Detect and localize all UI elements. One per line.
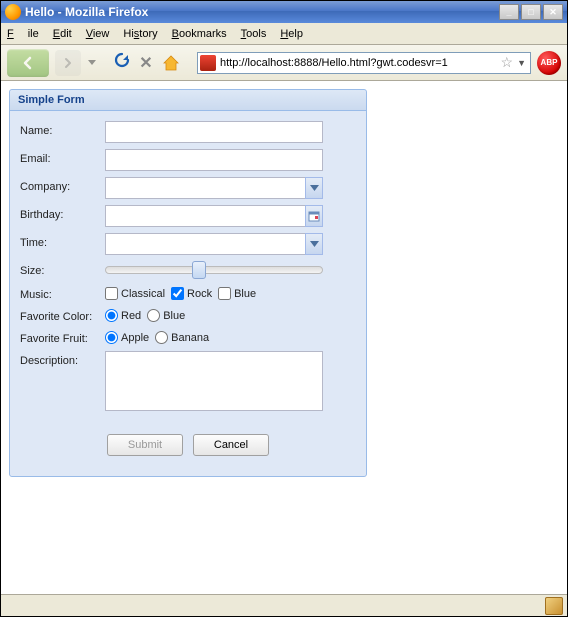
maximize-button[interactable]: □ — [521, 4, 541, 20]
slider-rail — [105, 266, 323, 274]
slider-thumb[interactable] — [192, 261, 206, 279]
menu-edit[interactable]: Edit — [53, 28, 72, 40]
time-input[interactable] — [105, 233, 305, 255]
time-label: Time: — [20, 233, 105, 249]
music-rock-checkbox[interactable] — [171, 287, 184, 300]
navigation-toolbar: ✕ http://localhost:8888/Hello.html?gwt.c… — [1, 45, 567, 81]
email-label: Email: — [20, 149, 105, 165]
company-input[interactable] — [105, 177, 305, 199]
menu-bar: File Edit View History Bookmarks Tools H… — [1, 23, 567, 45]
fruit-banana-radio[interactable] — [155, 331, 168, 344]
music-blue-checkbox[interactable] — [218, 287, 231, 300]
site-favicon — [200, 55, 216, 71]
color-red-option[interactable]: Red — [105, 309, 141, 322]
time-dropdown-trigger[interactable] — [305, 233, 323, 255]
menu-file[interactable]: File — [7, 28, 39, 40]
firefox-icon — [5, 4, 21, 20]
status-bar — [1, 594, 567, 616]
reload-button[interactable] — [113, 51, 131, 74]
birthday-input[interactable] — [105, 205, 305, 227]
menu-view[interactable]: View — [86, 28, 110, 40]
url-dropdown-icon[interactable]: ▼ — [517, 58, 526, 68]
birthday-date-trigger[interactable] — [305, 205, 323, 227]
window-titlebar: Hello - Mozilla Firefox _ □ ✕ — [1, 1, 567, 23]
url-text[interactable]: http://localhost:8888/Hello.html?gwt.cod… — [220, 57, 499, 69]
menu-history[interactable]: History — [123, 28, 157, 40]
chevron-down-icon — [310, 185, 319, 191]
size-slider[interactable] — [105, 261, 323, 279]
home-button[interactable] — [161, 54, 181, 72]
close-button[interactable]: ✕ — [543, 4, 563, 20]
music-label: Music: — [20, 285, 105, 301]
music-rock-option[interactable]: Rock — [171, 287, 212, 300]
status-tool-icon[interactable] — [545, 597, 563, 615]
fruit-banana-option[interactable]: Banana — [155, 331, 209, 344]
favorite-fruit-label: Favorite Fruit: — [20, 329, 105, 345]
menu-help[interactable]: Help — [280, 28, 303, 40]
nav-history-dropdown[interactable] — [87, 60, 97, 65]
submit-button[interactable]: Submit — [107, 434, 183, 456]
menu-bookmarks[interactable]: Bookmarks — [172, 28, 227, 40]
color-red-radio[interactable] — [105, 309, 118, 322]
page-content: Simple Form Name: Email: Company: — [1, 81, 567, 594]
menu-tools[interactable]: Tools — [241, 28, 267, 40]
favorite-color-label: Favorite Color: — [20, 307, 105, 323]
fruit-apple-option[interactable]: Apple — [105, 331, 149, 344]
description-textarea[interactable] — [105, 351, 323, 411]
company-dropdown-trigger[interactable] — [305, 177, 323, 199]
description-label: Description: — [20, 351, 105, 367]
stop-button[interactable]: ✕ — [137, 54, 155, 72]
color-blue-radio[interactable] — [147, 309, 160, 322]
name-input[interactable] — [105, 121, 323, 143]
bookmark-star-icon[interactable]: ☆ — [501, 54, 514, 71]
minimize-button[interactable]: _ — [499, 4, 519, 20]
color-blue-option[interactable]: Blue — [147, 309, 185, 322]
cancel-button[interactable]: Cancel — [193, 434, 269, 456]
music-blue-option[interactable]: Blue — [218, 287, 256, 300]
form-panel: Simple Form Name: Email: Company: — [9, 89, 367, 477]
chevron-down-icon — [310, 241, 319, 247]
url-bar[interactable]: http://localhost:8888/Hello.html?gwt.cod… — [197, 52, 531, 74]
forward-button[interactable] — [55, 50, 81, 76]
name-label: Name: — [20, 121, 105, 137]
music-classical-option[interactable]: Classical — [105, 287, 165, 300]
birthday-label: Birthday: — [20, 205, 105, 221]
music-classical-checkbox[interactable] — [105, 287, 118, 300]
back-button[interactable] — [7, 49, 49, 77]
calendar-icon — [308, 210, 320, 222]
company-label: Company: — [20, 177, 105, 193]
panel-header: Simple Form — [10, 90, 366, 111]
fruit-apple-radio[interactable] — [105, 331, 118, 344]
size-label: Size: — [20, 261, 105, 277]
window-title: Hello - Mozilla Firefox — [25, 5, 148, 19]
adblock-icon[interactable]: ABP — [537, 51, 561, 75]
email-input[interactable] — [105, 149, 323, 171]
panel-body: Name: Email: Company: — [10, 111, 366, 476]
